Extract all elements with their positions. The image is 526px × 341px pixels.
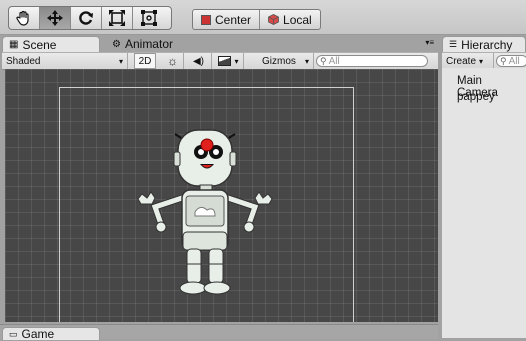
local-cube-icon xyxy=(268,14,279,25)
center-label: Center xyxy=(215,12,252,27)
tab-game-label: Game xyxy=(21,327,55,341)
tab-scene[interactable]: ▦ Scene xyxy=(2,36,100,52)
rect-transform-icon xyxy=(140,10,157,26)
create-arrow-icon: ▾ xyxy=(479,56,484,66)
tab-hierarchy[interactable]: ☰ Hierarchy xyxy=(442,36,526,52)
tab-animator[interactable]: ⚙ Animator xyxy=(106,36,179,52)
search-icon: ⚲ xyxy=(320,55,327,66)
hierarchy-search-placeholder: All xyxy=(508,55,520,67)
2d-label: 2D xyxy=(138,55,152,67)
render-mode-dropdown[interactable]: Shaded ▾ xyxy=(2,53,128,69)
scale-icon xyxy=(109,10,125,26)
scene-tab-bar: ▦ Scene ⚙ Animator ▾≡ xyxy=(2,36,438,52)
scene-search-input[interactable]: ⚲ All xyxy=(316,55,428,67)
local-button[interactable]: Local xyxy=(260,10,320,29)
pappey-sprite[interactable] xyxy=(125,124,285,304)
effects-dropdown[interactable]: ▾ xyxy=(214,53,244,69)
audio-toggle[interactable]: ◀) xyxy=(186,53,212,69)
move-tool-button[interactable] xyxy=(40,7,71,29)
scene-toolbar: Shaded ▾ 2D ☼ ◀) ▾ Gizmos ▾ ⚲ All xyxy=(2,52,438,70)
render-mode-label: Shaded xyxy=(6,55,41,67)
gizmos-dropdown[interactable]: Gizmos ▾ xyxy=(258,53,314,69)
scene-search-placeholder: All xyxy=(328,55,340,67)
hierarchy-item-pappey[interactable]: pappey xyxy=(457,91,495,103)
main-toolbar: Center Local xyxy=(0,0,526,35)
scene-grid-icon: ▦ xyxy=(9,39,19,50)
animator-icon: ⚙ xyxy=(112,38,121,50)
tab-scene-label: Scene xyxy=(22,37,57,52)
gizmos-label: Gizmos xyxy=(262,55,296,67)
gizmos-arrow-icon: ▾ xyxy=(304,56,309,66)
hand-tool-button[interactable] xyxy=(9,7,40,29)
hierarchy-panel: Main Camera pappey xyxy=(442,68,526,338)
local-label: Local xyxy=(283,12,312,27)
create-dropdown[interactable]: Create ▾ xyxy=(442,53,494,69)
tab-animator-label: Animator xyxy=(124,37,173,51)
create-label: Create xyxy=(446,55,477,67)
sun-icon: ☼ xyxy=(167,54,178,68)
hierarchy-search-input[interactable]: ⚲ All xyxy=(496,55,526,67)
effects-arrow-icon: ▾ xyxy=(234,56,239,66)
hand-icon xyxy=(16,10,29,26)
hierarchy-search-icon: ⚲ xyxy=(500,55,507,66)
tab-game[interactable]: ▭ Game xyxy=(2,327,100,341)
image-icon xyxy=(218,56,232,66)
rect-tool-button[interactable] xyxy=(133,7,164,29)
speaker-icon: ◀) xyxy=(192,55,205,67)
transform-tools xyxy=(8,6,172,30)
center-icon xyxy=(201,14,211,25)
game-panel-bar: ▭ Game xyxy=(0,324,438,341)
lighting-toggle[interactable]: ☼ xyxy=(162,53,184,69)
2d-toggle[interactable]: 2D xyxy=(134,53,156,69)
move-arrows-icon xyxy=(47,10,63,26)
rotate-icon xyxy=(79,11,93,25)
panel-menu-icon[interactable]: ▾≡ xyxy=(425,38,434,47)
tab-hierarchy-label: Hierarchy xyxy=(461,37,513,52)
dropdown-arrow-icon: ▾ xyxy=(118,56,123,66)
scale-tool-button[interactable] xyxy=(102,7,133,29)
center-button[interactable]: Center xyxy=(193,10,261,29)
hierarchy-tab-bar: ☰ Hierarchy xyxy=(442,36,526,52)
hierarchy-list-icon: ☰ xyxy=(449,39,458,49)
rotate-tool-button[interactable] xyxy=(71,7,102,29)
scene-view[interactable] xyxy=(5,69,438,322)
pivot-toggle: Center Local xyxy=(192,9,321,30)
